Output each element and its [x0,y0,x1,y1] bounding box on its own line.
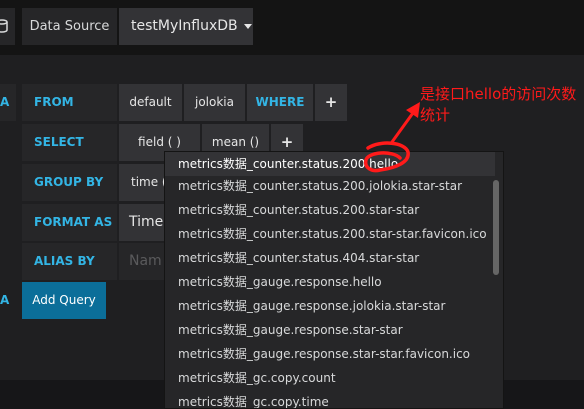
annotation-text: 是接口hello的访问次数统计 [420,85,577,124]
annotation-arrow-icon [363,102,420,173]
